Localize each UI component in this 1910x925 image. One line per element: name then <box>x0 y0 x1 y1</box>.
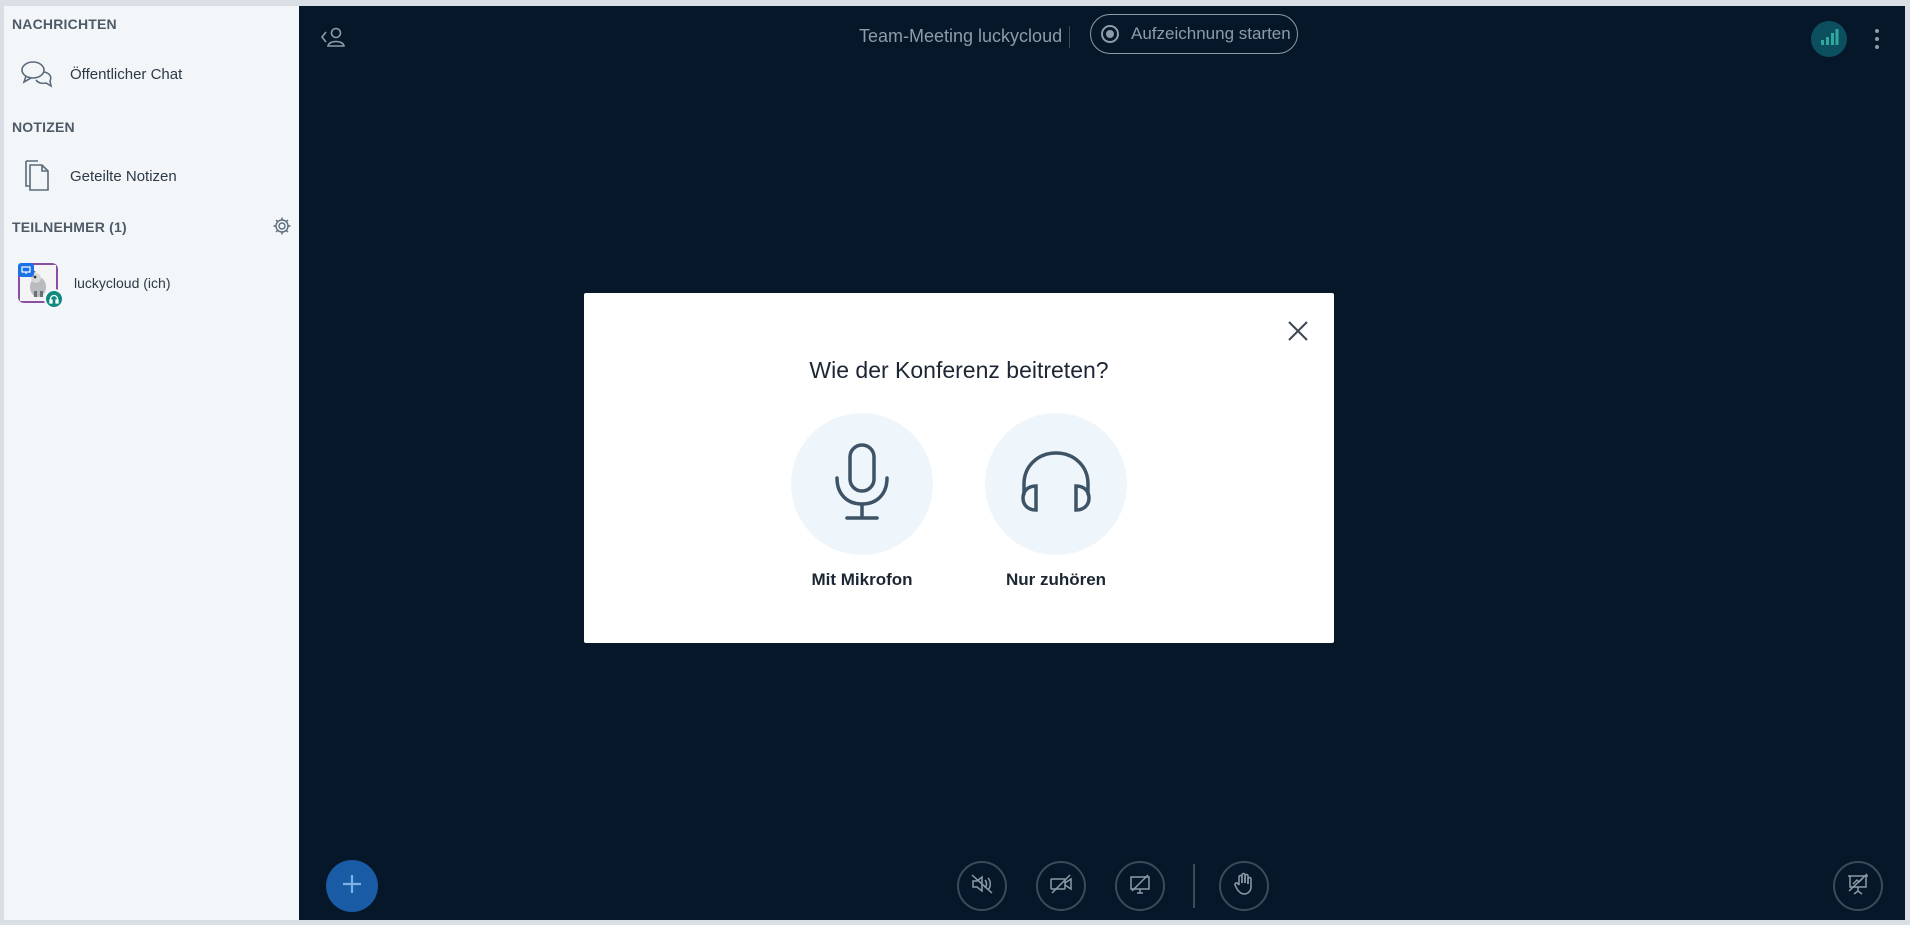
public-chat-label: Öffentlicher Chat <box>70 65 183 83</box>
share-screen-button[interactable] <box>1115 861 1165 911</box>
actions-plus-button[interactable] <box>326 860 378 912</box>
screen-share-off-icon <box>1128 873 1152 900</box>
more-options-button[interactable] <box>1867 22 1887 56</box>
messages-heading: NACHRICHTEN <box>12 16 117 32</box>
participants-heading: TEILNEHMER (1) <box>12 219 127 235</box>
hand-icon <box>1233 872 1255 901</box>
meeting-title: Team-Meeting luckycloud <box>859 26 1063 46</box>
headphones-icon <box>1018 448 1094 521</box>
listen-only-option-button[interactable]: Nur zuhören <box>985 413 1127 590</box>
plus-icon <box>341 873 363 900</box>
listen-only-option-circle <box>985 413 1127 555</box>
kebab-dot <box>1875 29 1879 33</box>
connection-status-button[interactable] <box>1811 21 1847 57</box>
shared-notes-item[interactable]: Geteilte Notizen <box>4 152 299 200</box>
listen-only-icon <box>44 289 64 309</box>
close-icon[interactable] <box>1284 317 1312 345</box>
microphone-option-circle <box>791 413 933 555</box>
app-frame: NACHRICHTEN Öffentlicher Chat NOTIZEN Ge… <box>4 6 1905 920</box>
start-recording-button[interactable]: Aufzeichnung starten <box>1090 14 1298 54</box>
microphone-option-button[interactable]: Mit Mikrofon <box>791 413 933 590</box>
signal-bars-icon <box>1819 28 1839 51</box>
participant-name: luckycloud (ich) <box>74 275 171 291</box>
microphone-option-label: Mit Mikrofon <box>811 570 913 589</box>
modal-title: Wie der Konferenz beitreten? <box>809 357 1109 383</box>
share-webcam-button[interactable] <box>1036 861 1086 911</box>
chat-bubbles-icon <box>18 55 56 93</box>
record-icon <box>1101 25 1119 43</box>
raise-hand-button[interactable] <box>1219 861 1269 911</box>
record-label: Aufzeichnung starten <box>1131 24 1291 43</box>
shared-notes-label: Geteilte Notizen <box>70 167 177 185</box>
presentation-restore-button[interactable] <box>1833 861 1883 911</box>
sidebar: NACHRICHTEN Öffentlicher Chat NOTIZEN Ge… <box>4 6 299 920</box>
speaker-muted-icon <box>970 873 994 900</box>
kebab-dot <box>1875 45 1879 49</box>
title-divider <box>1069 26 1070 48</box>
document-icon <box>18 157 56 195</box>
avatar <box>18 263 64 309</box>
participant-row[interactable]: luckycloud (ich) <box>4 258 299 309</box>
notes-heading: NOTIZEN <box>12 119 75 135</box>
microphone-icon <box>831 442 893 527</box>
controls-divider <box>1193 864 1195 908</box>
presentation-icon <box>1846 872 1870 900</box>
public-chat-item[interactable]: Öffentlicher Chat <box>4 50 299 98</box>
toggle-userlist-icon[interactable] <box>319 22 349 52</box>
listen-only-option-label: Nur zuhören <box>1005 570 1107 589</box>
presenter-icon <box>18 263 34 277</box>
kebab-dot <box>1875 37 1879 41</box>
join-audio-modal: Wie der Konferenz beitreten? Mit Mikrofo… <box>584 293 1334 643</box>
camera-off-icon <box>1049 873 1073 900</box>
join-audio-button[interactable] <box>957 861 1007 911</box>
gear-icon[interactable] <box>272 216 292 236</box>
